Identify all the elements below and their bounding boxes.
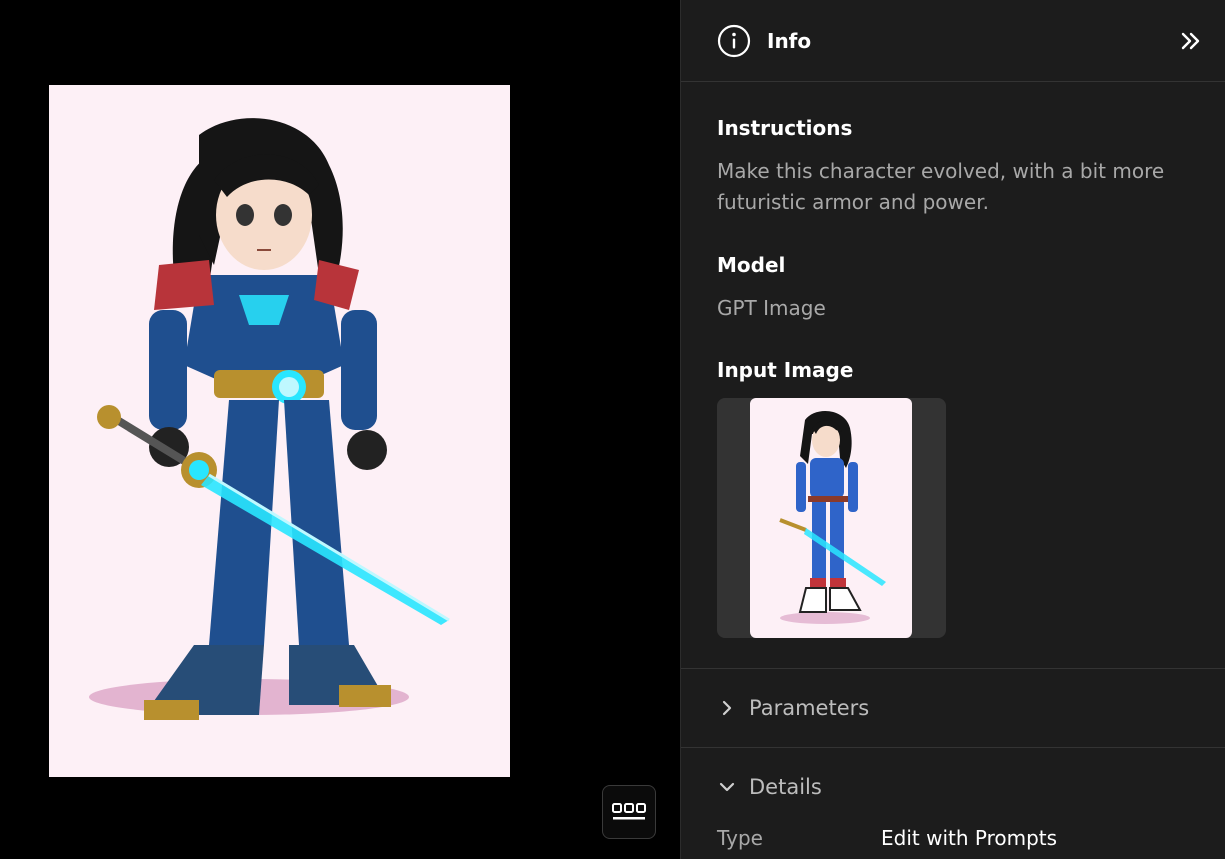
- chevron-down-icon: [717, 777, 737, 797]
- instructions-label: Instructions: [717, 116, 853, 140]
- details-label: Details: [749, 775, 822, 799]
- input-image: [750, 398, 912, 638]
- thumbnail-strip-button[interactable]: [602, 785, 656, 839]
- info-circle-icon: [717, 24, 751, 58]
- generated-image[interactable]: [49, 85, 510, 777]
- parameters-label: Parameters: [749, 696, 870, 720]
- detail-row-type: Type Edit with Prompts: [717, 826, 1197, 850]
- thumbnail-strip-icon: [612, 803, 646, 820]
- input-image-thumbnail[interactable]: [717, 398, 946, 638]
- model-label: Model: [717, 253, 786, 277]
- panel-title: Info: [767, 28, 812, 53]
- original-character-illustration: [779, 410, 886, 624]
- instructions-text: Make this character evolved, with a bit …: [717, 159, 1165, 214]
- input-image-label: Input Image: [717, 358, 854, 382]
- detail-key: Type: [717, 826, 763, 850]
- collapse-panel-button[interactable]: [1177, 27, 1205, 55]
- image-viewer: [0, 0, 680, 859]
- model-value: GPT Image: [717, 296, 826, 320]
- armored-character-illustration: [89, 118, 450, 720]
- double-chevron-right-icon: [1181, 32, 1200, 49]
- detail-value: Edit with Prompts: [881, 826, 1058, 850]
- parameters-accordion[interactable]: Parameters: [681, 669, 1225, 747]
- info-panel: Info Instructions Make this character ev…: [680, 0, 1225, 859]
- panel-header: Info: [681, 0, 1225, 82]
- details-accordion[interactable]: Details: [681, 748, 1225, 826]
- chevron-right-icon: [717, 698, 737, 718]
